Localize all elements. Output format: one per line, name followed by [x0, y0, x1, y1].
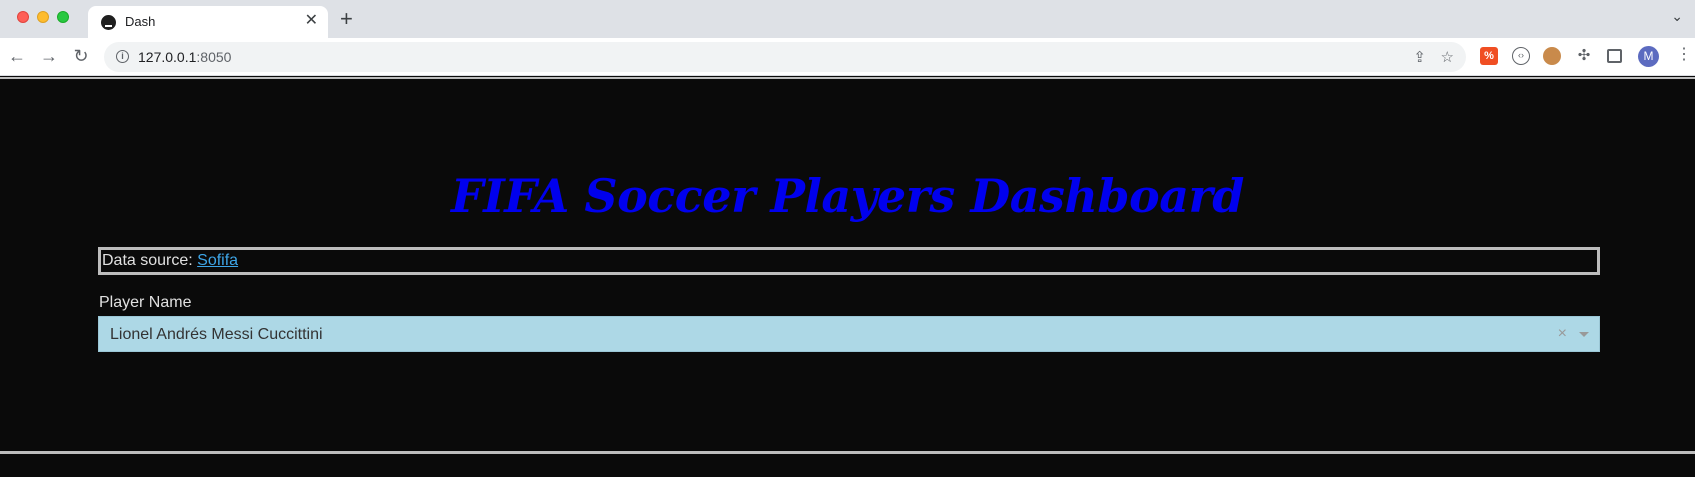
player-name-label: Player Name: [99, 294, 192, 311]
reload-icon[interactable]: ↻: [70, 45, 92, 67]
side-panel-icon[interactable]: [1607, 49, 1622, 63]
sofifa-link[interactable]: Sofifa: [197, 252, 238, 269]
page-divider-bottom: [0, 451, 1695, 454]
share-icon[interactable]: ⇪: [1413, 48, 1426, 66]
back-arrow-icon[interactable]: ←: [6, 45, 28, 67]
tab-title: Dash: [125, 14, 156, 29]
dash-page: FIFA Soccer Players Dashboard Data sourc…: [0, 77, 1695, 477]
maximize-window-button[interactable]: [57, 11, 69, 23]
site-info-icon[interactable]: i: [116, 50, 129, 63]
close-window-button[interactable]: [17, 11, 29, 23]
dash-favicon-icon: [101, 15, 116, 30]
cookie-extension-icon[interactable]: [1543, 47, 1561, 65]
browser-tabstrip: Dash ✕ + ⌄: [0, 0, 1695, 38]
player-name-dropdown[interactable]: Lionel Andrés Messi Cuccittini ×: [98, 316, 1600, 352]
clear-selection-icon[interactable]: ×: [1558, 325, 1567, 343]
selected-player-value: Lionel Andrés Messi Cuccittini: [110, 326, 323, 343]
extension-code-icon[interactable]: ‹›: [1512, 47, 1530, 65]
browser-toolbar: ← → ↻ i 127.0.0.1:8050 ⇪ ☆ % ‹› ✣ M ⋮: [0, 38, 1695, 76]
browser-tab[interactable]: Dash ✕: [88, 6, 328, 38]
kebab-menu-icon[interactable]: ⋮: [1676, 47, 1692, 63]
url-text[interactable]: 127.0.0.1:8050: [138, 49, 231, 65]
puzzle-extensions-icon[interactable]: ✣: [1575, 47, 1593, 65]
page-title: FIFA Soccer Players Dashboard: [451, 169, 1244, 223]
address-bar[interactable]: i 127.0.0.1:8050 ⇪ ☆: [104, 42, 1466, 72]
close-tab-icon[interactable]: ✕: [305, 12, 318, 30]
extension-red-icon[interactable]: %: [1480, 47, 1498, 65]
minimize-window-button[interactable]: [37, 11, 49, 23]
bookmark-star-icon[interactable]: ☆: [1441, 48, 1454, 66]
dropdown-arrow-icon[interactable]: [1579, 332, 1589, 337]
profile-avatar[interactable]: M: [1638, 46, 1659, 67]
page-divider-top: [0, 77, 1695, 79]
forward-arrow-icon[interactable]: →: [38, 45, 60, 67]
tab-search-chevron-icon[interactable]: ⌄: [1671, 8, 1683, 25]
new-tab-button[interactable]: +: [340, 7, 353, 31]
data-source-label: Data source:: [102, 252, 198, 269]
data-source-box: Data source: Sofifa: [98, 247, 1600, 275]
